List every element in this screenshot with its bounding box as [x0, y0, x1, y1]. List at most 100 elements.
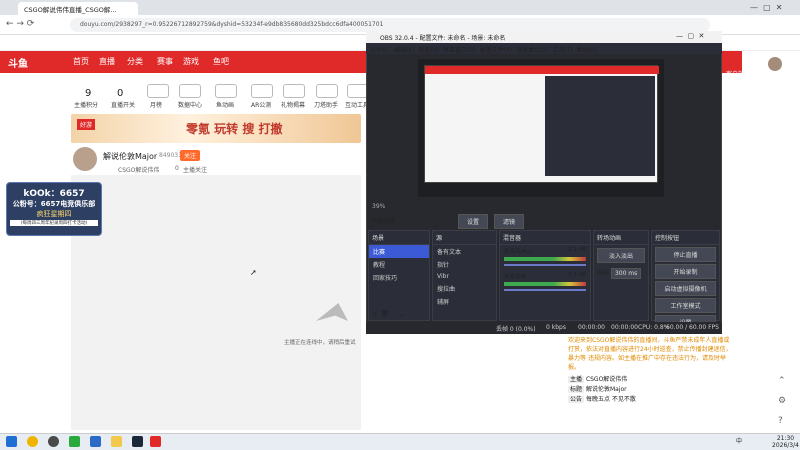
stop-stream-button[interactable]: 停止直播	[655, 247, 716, 262]
stream-overlay: kOOk：6657 公粉号：6657电竞俱乐部 疯狂星期四 (每周四三周年纪录周…	[6, 182, 102, 236]
nav-fishbar[interactable]: 鱼吧	[213, 56, 229, 67]
window-controls[interactable]: — ▢ ✕	[750, 3, 782, 12]
menu-dock[interactable]: 停靠窗口(D)	[443, 47, 476, 54]
obs-statusbar: 丢帧 0 (0.0%) 0 kbps 00:00:00 00:00:00 CPU…	[366, 322, 722, 334]
transitions-panel: 转场动画 淡入淡出 时长 300 ms	[593, 230, 649, 321]
menu-view[interactable]: 查看(V)	[418, 47, 439, 54]
source-item[interactable]: 指针	[433, 258, 496, 271]
obs-icon[interactable]	[48, 436, 59, 447]
nav-arrows-icon[interactable]: ← → ⟳	[6, 19, 34, 29]
video-player[interactable]	[71, 175, 361, 430]
nav-category[interactable]: 分类	[127, 56, 143, 67]
obs-window-controls[interactable]: — ▢ ✕	[676, 32, 704, 40]
info-value: 解说伦敦Major	[585, 386, 627, 393]
volume-slider[interactable]	[504, 264, 586, 266]
client-label[interactable]: 客户端	[726, 69, 744, 78]
settings-icon[interactable]: ⚙	[778, 396, 786, 406]
scene-item[interactable]: 教程	[369, 258, 429, 271]
chrome-icon[interactable]	[27, 436, 38, 447]
menu-scene-collection[interactable]: 场景集合(S)	[516, 47, 549, 54]
scroll-top-icon[interactable]: ⌃	[778, 376, 786, 386]
volume-slider[interactable]	[504, 289, 586, 291]
menu-edit[interactable]: 编辑(E)	[394, 47, 414, 54]
source-item[interactable]: Vibr	[433, 271, 496, 282]
nav-events[interactable]: 赛事	[157, 56, 173, 67]
info-row: 标题 解说伦敦Major	[568, 385, 734, 395]
dota-helper-icon[interactable]	[316, 84, 338, 98]
source-settings-button[interactable]: 设置	[458, 214, 488, 229]
nav-games[interactable]: 游戏	[183, 56, 199, 67]
folder-icon[interactable]	[111, 436, 122, 447]
source-item[interactable]: 备有文本	[433, 245, 496, 258]
volume-meter	[504, 282, 586, 286]
obs-menubar: 文件(F) 编辑(E) 查看(V) 停靠窗口(D) 配置文件(P) 场景集合(S…	[366, 43, 722, 54]
scene-item[interactable]: 比赛	[369, 245, 429, 258]
ar-icon[interactable]	[251, 84, 273, 98]
chat-notice: 欢迎来到CSGO解说伟伟的直播间，斗鱼严禁未成年人直播或打赏，依法对直播内容进行…	[560, 333, 742, 375]
info-row: 公告 每晚五点 不见不散	[568, 395, 734, 405]
obs-title: OBS 32.0.4 - 配置文件: 未命名 - 场景: 未命名	[380, 35, 506, 42]
start-record-button[interactable]: 开始录制	[655, 264, 716, 279]
panel-title: 混音器	[500, 231, 590, 245]
douyu-logo[interactable]: 斗鱼	[8, 55, 28, 70]
wechat-icon[interactable]	[69, 436, 80, 447]
obs-preview[interactable]	[418, 59, 664, 197]
source-filters-button[interactable]: 滤镜	[494, 214, 524, 229]
streamer-name: 解说伦敦Major	[103, 152, 158, 161]
gift-icon[interactable]	[283, 84, 305, 98]
virtual-camera-button[interactable]: 启动虚拟摄像机	[655, 281, 716, 296]
follow-button[interactable]: 关注	[180, 150, 201, 161]
menu-tools[interactable]: 工具(T)	[553, 47, 573, 54]
clock[interactable]: 21:30 2026/3/4	[772, 435, 799, 449]
edge-icon[interactable]	[90, 436, 101, 447]
menu-help[interactable]: 帮助(H)	[577, 47, 598, 54]
source-item[interactable]: 搜拉曲	[433, 282, 496, 295]
data-center-icon[interactable]	[179, 84, 201, 98]
user-avatar[interactable]	[768, 57, 782, 71]
help-icon[interactable]: ?	[778, 416, 783, 426]
douyu-icon[interactable]	[150, 436, 161, 447]
location-icon[interactable]: ⌖	[730, 56, 736, 67]
browser-tab[interactable]: CSGO解说伟伟直播_CSGO解...	[18, 2, 138, 15]
track-name: 麦克风/Aux	[504, 249, 533, 255]
menu-file[interactable]: 文件(F)	[370, 47, 390, 54]
duration-input[interactable]: 300 ms	[610, 268, 642, 279]
info-value: 每晚五点 不见不散	[585, 396, 636, 403]
ime-indicator[interactable]: 中	[736, 436, 742, 445]
icon-label: 礼物揭幕	[281, 102, 306, 109]
steam-icon[interactable]	[132, 436, 143, 447]
zoom-level[interactable]: 39%	[372, 203, 385, 210]
source-item[interactable]: 辅屏	[433, 295, 496, 308]
scene-item[interactable]: 回家技巧	[369, 271, 429, 284]
right-sidebar: ⌖ 客户端 任务 ⌃ ⚙ ?	[726, 51, 800, 433]
overlay-line4: (每周四三周年纪录周四打卡活动)	[10, 220, 98, 226]
fish-animation-icon[interactable]	[215, 84, 237, 98]
sources-panel: 源 备有文本 指针 Vibr 搜拉曲 辅屏	[432, 230, 497, 321]
monthly-rank-icon[interactable]	[147, 84, 169, 98]
scene-add-icon[interactable]: + 🗑 ⌃ ⌄	[372, 310, 405, 318]
mixer-track: 麦克风/Aux -0.1 dB	[500, 245, 590, 268]
task-label[interactable]: 任务	[752, 69, 764, 78]
icon-label: AR公测	[251, 102, 272, 109]
nav-home[interactable]: 首页	[73, 56, 89, 67]
windows-start-icon[interactable]	[6, 436, 17, 447]
button-label: 滤镜	[502, 219, 515, 226]
track-db: -5.7 dB	[566, 272, 586, 278]
url-field[interactable]: douyu.com/2938297_r=0.95226712892759&dys…	[70, 18, 710, 32]
stat-score-label: 主播积分	[74, 102, 99, 109]
transition-select[interactable]: 淡入淡出	[597, 248, 645, 263]
ad-banner[interactable]: 好游 零氪 玩转 搜 打撤	[71, 114, 361, 143]
panel-title: 源	[433, 231, 496, 245]
info-label: 公告	[568, 396, 585, 403]
preview-navbar	[425, 66, 659, 74]
avatar[interactable]	[73, 147, 97, 171]
nav-live[interactable]: 直播	[99, 56, 115, 67]
mixer-track: 桌面音频 -5.7 dB	[500, 268, 590, 295]
left-panel	[0, 73, 71, 433]
category-text[interactable]: CSGO解说伟伟	[118, 165, 159, 174]
info-row: 主播 CSGO解说伟伟	[568, 375, 734, 385]
studio-mode-button[interactable]: 工作室模式	[655, 298, 716, 313]
chat-panel: 欢迎来到CSGO解说伟伟的直播间，斗鱼严禁未成年人直播或打赏，依法对直播内容进行…	[560, 333, 742, 433]
menu-profile[interactable]: 配置文件(P)	[480, 47, 512, 54]
duration-label: 时长	[597, 270, 610, 277]
